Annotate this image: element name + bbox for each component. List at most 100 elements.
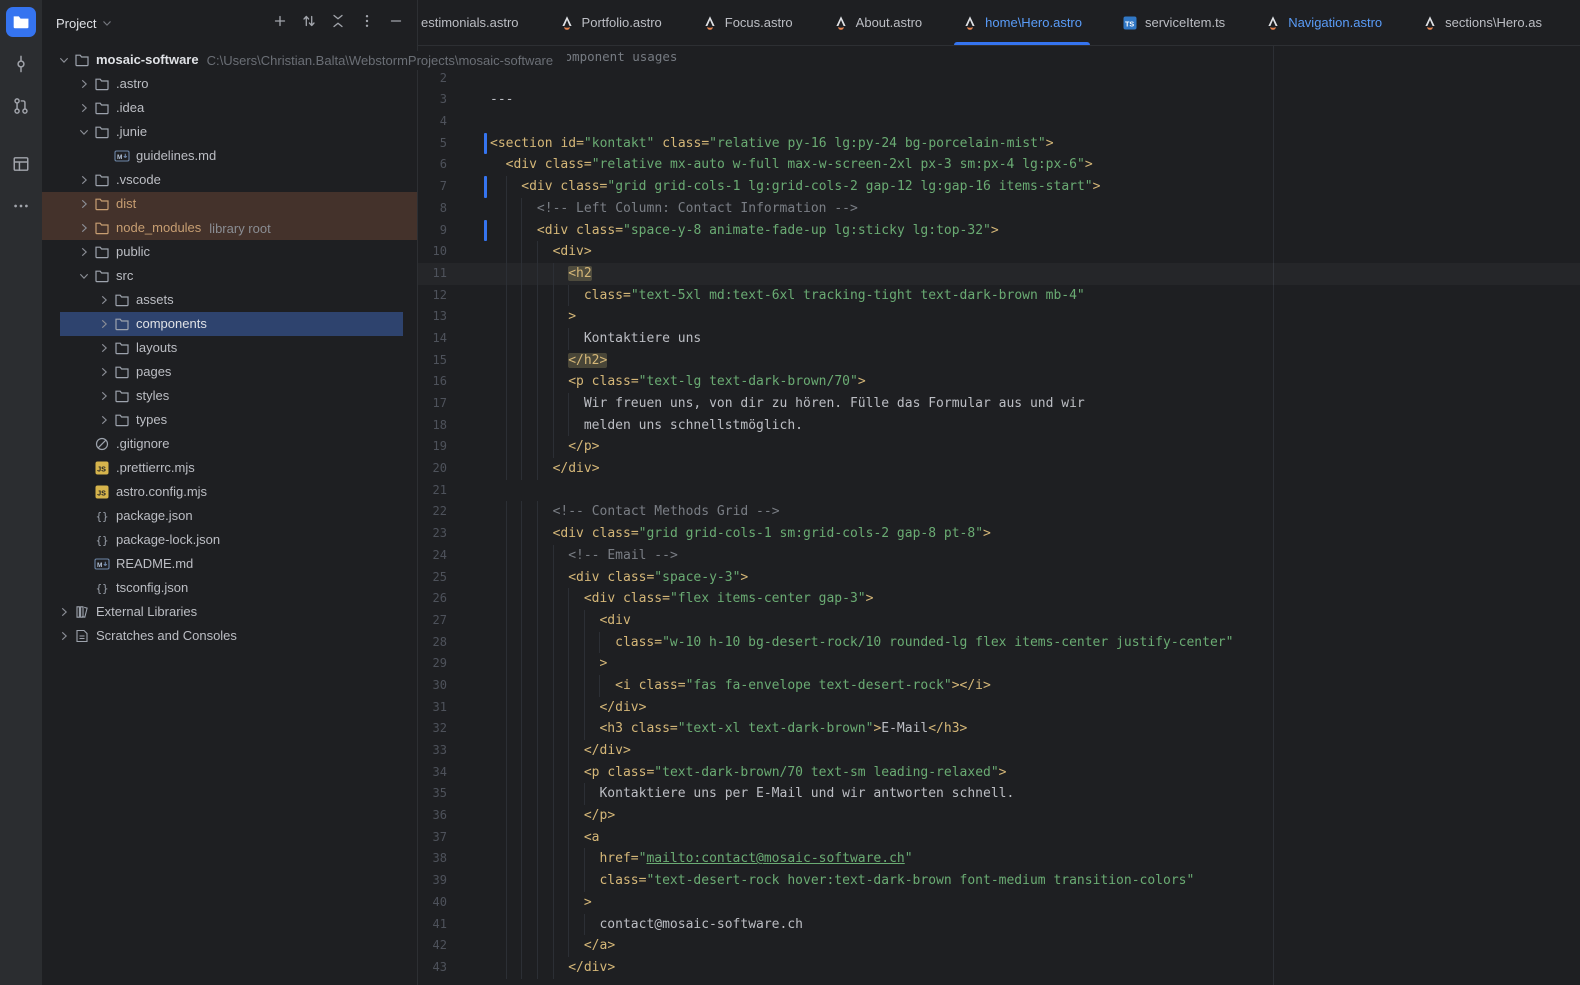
code-line[interactable]: 10 <div>	[418, 241, 1580, 263]
tree-item-types[interactable]: types	[42, 408, 417, 432]
add-button[interactable]	[271, 14, 289, 32]
tree-item-tsconfig-json[interactable]: {} tsconfig.json	[42, 576, 417, 600]
code-line[interactable]: 21	[418, 480, 1580, 502]
tab-estimonials-astro[interactable]: estimonials.astro	[418, 0, 539, 45]
code-line[interactable]: 30 <i class="fas fa-envelope text-desert-…	[418, 675, 1580, 697]
code-line[interactable]: 26 <div class="flex items-center gap-3">	[418, 588, 1580, 610]
chevron-right-icon[interactable]	[76, 196, 92, 212]
tree-item-guidelines-md[interactable]: Mguidelines.md	[42, 144, 417, 168]
tree-item-package-lock-json[interactable]: {} package-lock.json	[42, 528, 417, 552]
tab-serviceitem-ts[interactable]: TS serviceItem.ts	[1102, 0, 1245, 45]
chevron-right-icon[interactable]	[96, 340, 112, 356]
code-line[interactable]: 15 </h2>	[418, 350, 1580, 372]
code-line[interactable]: 18 melden uns schnellstmöglich.	[418, 415, 1580, 437]
tree-item-vscode[interactable]: .vscode	[42, 168, 417, 192]
tree-item-astro-config-mjs[interactable]: JS astro.config.mjs	[42, 480, 417, 504]
code-line[interactable]: 24 <!-- Email -->	[418, 545, 1580, 567]
code-line[interactable]: 20 </div>	[418, 458, 1580, 480]
code-editor[interactable]: 123---45<section id="kontakt" class="rel…	[418, 46, 1580, 985]
chevron-right-icon[interactable]	[76, 100, 92, 116]
tree-item-external-libraries[interactable]: External Libraries	[42, 600, 417, 624]
code-line[interactable]: 17 Wir freuen uns, von dir zu hören. Füll…	[418, 393, 1580, 415]
chevron-right-icon[interactable]	[76, 172, 92, 188]
chevron-down-icon[interactable]	[76, 124, 92, 140]
code-line[interactable]: 11 <h2	[418, 263, 1580, 285]
chevron-right-icon[interactable]	[56, 628, 72, 644]
code-line[interactable]: 29 >	[418, 653, 1580, 675]
code-line[interactable]: 5 <section id="kontakt" class="relative p…	[418, 132, 1580, 155]
usages-hint[interactable]: component usages	[557, 46, 677, 68]
code-line[interactable]: 36 </p>	[418, 805, 1580, 827]
tree-item-prettierrc-mjs[interactable]: JS .prettierrc.mjs	[42, 456, 417, 480]
tree-item-public[interactable]: public	[42, 240, 417, 264]
locate-file-button[interactable]	[300, 14, 318, 32]
options-button[interactable]	[358, 14, 376, 32]
code-line[interactable]: 39 class="text-desert-rock hover:text-dar…	[418, 870, 1580, 892]
tab-sections-hero-as[interactable]: sections\Hero.as	[1402, 0, 1562, 45]
code-line[interactable]: 41 contact@mosaic-software.ch	[418, 914, 1580, 936]
tree-item-node-modules[interactable]: node_modules library root	[42, 216, 417, 240]
code-line[interactable]: 37 <a	[418, 827, 1580, 849]
commit-button[interactable]	[6, 49, 36, 79]
tree-item-junie[interactable]: .junie	[42, 120, 417, 144]
project-panel-title[interactable]: Project	[56, 16, 96, 31]
chevron-right-icon[interactable]	[96, 364, 112, 380]
chevron-right-icon[interactable]	[76, 76, 92, 92]
collapse-all-button[interactable]	[329, 14, 347, 32]
tree-item-idea[interactable]: .idea	[42, 96, 417, 120]
code-line[interactable]: 38 href= "mailto:contact@mosaic-software.c…	[418, 848, 1580, 870]
tree-item-assets[interactable]: assets	[42, 288, 417, 312]
tab-portfolio-astro[interactable]: Portfolio.astro	[539, 0, 682, 45]
code-line[interactable]: 35 Kontaktiere uns per E-Mail und wir ant…	[418, 783, 1580, 805]
code-line[interactable]: 34 <p class="text-dark-brown/70 text-sm l…	[418, 762, 1580, 784]
code-line[interactable]: 8 <!-- Left Column: Contact Information -…	[418, 198, 1580, 220]
code-line[interactable]: 40 >	[418, 892, 1580, 914]
tab-home-hero-astro[interactable]: home\Hero.astro	[942, 0, 1102, 45]
code-line[interactable]: 27 <div	[418, 610, 1580, 632]
chevron-down-icon[interactable]	[76, 268, 92, 284]
chevron-right-icon[interactable]	[96, 412, 112, 428]
hide-button[interactable]	[387, 14, 405, 32]
tree-item-mosaic-software[interactable]: mosaic-software C:\Users\Christian.Balta\…	[42, 48, 568, 72]
tree-item-scratches-and-consoles[interactable]: Scratches and Consoles	[42, 624, 417, 648]
tab-about-astro[interactable]: About.astro	[813, 0, 943, 45]
tab-focus-astro[interactable]: Focus.astro	[682, 0, 813, 45]
code-line[interactable]: 2	[418, 68, 1580, 90]
chevron-down-icon[interactable]	[100, 16, 114, 30]
code-line[interactable]: 32 <h3 class="text-xl text-dark-brown">E-…	[418, 718, 1580, 740]
tree-item-gitignore[interactable]: .gitignore	[42, 432, 417, 456]
code-line[interactable]: 4	[418, 111, 1580, 133]
code-line[interactable]: 12 class="text-5xl md:text-6xl tracking-t…	[418, 285, 1580, 307]
chevron-right-icon[interactable]	[76, 244, 92, 260]
chevron-right-icon[interactable]	[56, 604, 72, 620]
tree-item-readme-md[interactable]: M README.md	[42, 552, 417, 576]
code-line[interactable]: 31 </div>	[418, 697, 1580, 719]
tree-item-package-json[interactable]: {} package.json	[42, 504, 417, 528]
code-line[interactable]: 42 </a>	[418, 935, 1580, 957]
code-line[interactable]: 23 <div class="grid grid-cols-1 sm:grid-c…	[418, 523, 1580, 545]
chevron-right-icon[interactable]	[96, 292, 112, 308]
code-line[interactable]: 19 </p>	[418, 436, 1580, 458]
code-line[interactable]: 25 <div class="space-y-3">	[418, 567, 1580, 589]
chevron-right-icon[interactable]	[96, 388, 112, 404]
code-line[interactable]: 3 ---	[418, 89, 1580, 111]
code-line[interactable]: 14 Kontaktiere uns	[418, 328, 1580, 350]
code-line[interactable]: 33 </div>	[418, 740, 1580, 762]
project-button[interactable]	[6, 7, 36, 37]
tree-item-pages[interactable]: pages	[42, 360, 417, 384]
tree-item-dist[interactable]: dist	[42, 192, 417, 216]
chevron-right-icon[interactable]	[96, 316, 112, 332]
tree-item-styles[interactable]: styles	[42, 384, 417, 408]
chevron-down-icon[interactable]	[56, 52, 72, 68]
tree-item-astro[interactable]: .astro	[42, 72, 417, 96]
tree-item-components[interactable]: components	[42, 312, 417, 336]
code-line[interactable]: 13 >	[418, 306, 1580, 328]
code-line[interactable]: 43 </div>	[418, 957, 1580, 979]
code-line[interactable]: 7 <div class="grid grid-cols-1 lg:grid-co…	[418, 176, 1580, 198]
tab-navigation-astro[interactable]: Navigation.astro	[1245, 0, 1402, 45]
code-line[interactable]: 6 <div class="relative mx-auto w-full max…	[418, 154, 1580, 176]
code-line[interactable]: 28 class="w-10 h-10 bg-desert-rock/10 rou…	[418, 632, 1580, 654]
tree-item-layouts[interactable]: layouts	[42, 336, 417, 360]
pull-requests-button[interactable]	[6, 91, 36, 121]
more-tool-windows-button[interactable]	[6, 191, 36, 221]
